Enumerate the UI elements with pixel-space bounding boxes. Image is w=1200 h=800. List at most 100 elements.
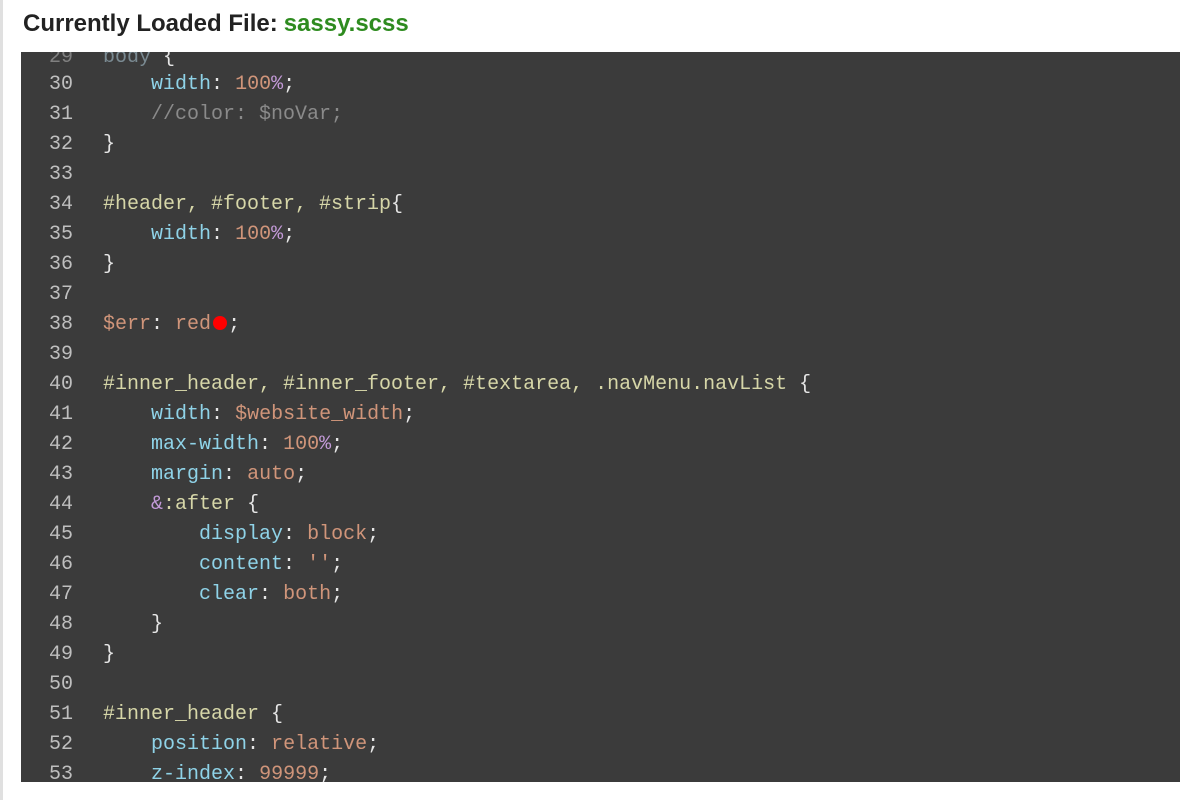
token-brace: { [247,493,259,516]
code-line[interactable]: margin: auto; [103,460,1180,490]
token-property: clear [199,583,259,606]
token-number: 100 [283,433,319,456]
line-number: 35 [21,220,73,250]
code-line[interactable]: display: block; [103,520,1180,550]
token-property: z-index [151,763,235,782]
line-number: 30 [21,70,73,100]
token-colon: : [283,553,295,576]
code-line[interactable]: $err: red; [103,310,1180,340]
line-number: 53 [21,760,73,782]
code-editor[interactable]: 29 30 31 32 33 34 35 36 37 38 39 40 41 4… [21,52,1180,782]
token-brace: { [799,373,811,396]
code-line[interactable]: } [103,250,1180,280]
code-line[interactable]: &:after { [103,490,1180,520]
code-line[interactable] [103,670,1180,700]
code-line[interactable]: //color: $noVar; [103,100,1180,130]
token-semicolon: ; [403,403,415,426]
line-number: 52 [21,730,73,760]
token-selector: #inner_header [103,703,259,726]
token-semicolon: ; [295,463,307,486]
token-property: width [151,403,211,426]
token-parent-ref: & [151,493,163,516]
code-line[interactable]: body { [103,52,1180,70]
token-string: '' [307,553,331,576]
token-property: max-width [151,433,259,456]
token-semicolon: ; [331,433,343,456]
token-unit: % [319,433,331,456]
token-colon: : [151,313,163,336]
token-selector: #header, #footer, #strip [103,193,391,216]
token-number: 99999 [259,763,319,782]
line-number: 33 [21,160,73,190]
code-line[interactable] [103,280,1180,310]
token-brace: { [163,52,175,69]
token-brace: } [151,613,163,636]
token-colon: : [259,583,271,606]
token-value: red [175,313,211,336]
line-number: 47 [21,580,73,610]
token-colon: : [211,403,223,426]
code-line[interactable]: position: relative; [103,730,1180,760]
line-number: 32 [21,130,73,160]
file-header: Currently Loaded File: sassy.scss [3,0,1200,52]
token-variable-ref: $website_width [235,403,403,426]
code-line[interactable]: width: 100%; [103,70,1180,100]
token-unit: % [271,73,283,96]
code-line[interactable]: #inner_header { [103,700,1180,730]
token-semicolon: ; [367,523,379,546]
line-number: 48 [21,610,73,640]
token-property: display [199,523,283,546]
line-number: 41 [21,400,73,430]
code-line[interactable] [103,340,1180,370]
line-number: 50 [21,670,73,700]
color-swatch-icon [213,316,227,330]
line-number: 36 [21,250,73,280]
token-number: 100 [235,223,271,246]
line-number: 31 [21,100,73,130]
code-line[interactable]: #header, #footer, #strip{ [103,190,1180,220]
token-colon: : [283,523,295,546]
token-colon: : [223,463,235,486]
line-number: 43 [21,460,73,490]
token-colon: : [235,763,247,782]
token-property: width [151,223,211,246]
token-property: margin [151,463,223,486]
token-semicolon: ; [319,763,331,782]
token-semicolon: ; [283,73,295,96]
code-line[interactable]: content: ''; [103,550,1180,580]
line-number: 44 [21,490,73,520]
code-line[interactable]: z-index: 99999; [103,760,1180,782]
token-brace: { [391,193,403,216]
token-semicolon: ; [331,553,343,576]
code-line[interactable]: width: 100%; [103,220,1180,250]
token-value: both [283,583,331,606]
code-line[interactable]: } [103,610,1180,640]
code-line[interactable]: max-width: 100%; [103,430,1180,460]
line-number: 46 [21,550,73,580]
line-number: 37 [21,280,73,310]
token-brace: } [103,253,115,276]
token-comment: //color: $noVar; [151,103,343,126]
token-value: relative [271,733,367,756]
line-number: 29 [21,52,73,70]
token-property: content [199,553,283,576]
token-selector: body [103,52,151,69]
token-semicolon: ; [331,583,343,606]
line-number: 45 [21,520,73,550]
token-selector: #inner_header, #inner_footer, #textarea,… [103,373,787,396]
line-number: 40 [21,370,73,400]
token-semicolon: ; [283,223,295,246]
code-line[interactable]: } [103,640,1180,670]
code-line[interactable]: clear: both; [103,580,1180,610]
token-semicolon: ; [367,733,379,756]
token-brace: } [103,133,115,156]
code-line[interactable]: } [103,130,1180,160]
code-area[interactable]: body { width: 100%; //color: $noVar; } #… [83,52,1180,782]
line-number: 38 [21,310,73,340]
token-variable: $err [103,313,151,336]
code-line[interactable]: #inner_header, #inner_footer, #textarea,… [103,370,1180,400]
token-colon: : [211,223,223,246]
code-line[interactable] [103,160,1180,190]
code-line[interactable]: width: $website_width; [103,400,1180,430]
token-brace: } [103,643,115,666]
